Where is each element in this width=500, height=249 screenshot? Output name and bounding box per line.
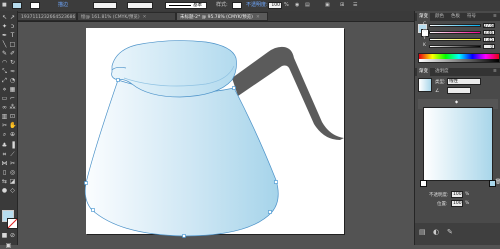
stop-opacity-input[interactable]: 100 xyxy=(451,191,463,198)
panel-menu-icon[interactable]: ≡ xyxy=(491,68,499,76)
stop-location-input[interactable]: 100 xyxy=(451,200,463,207)
anchor-point[interactable] xyxy=(182,234,186,238)
anchor-point[interactable] xyxy=(84,181,88,185)
anchor-point[interactable] xyxy=(268,210,272,214)
channel-m-slider[interactable] xyxy=(429,31,481,34)
channel-c-slider[interactable] xyxy=(429,24,481,27)
channel-m-label: M xyxy=(423,29,427,34)
channel-c-input[interactable]: 27.68 xyxy=(483,23,495,28)
channel-y-label: Y xyxy=(423,36,426,41)
angle-icon: ∠ xyxy=(435,88,440,94)
gradient-stop-left[interactable] xyxy=(420,180,427,187)
stop-opacity-label: 不透明度: xyxy=(429,193,449,198)
tab-gradient-panel[interactable]: 渐变 xyxy=(417,68,430,76)
panel-menu-icon[interactable]: ≡ xyxy=(491,13,499,21)
color-spectrum-bar[interactable] xyxy=(418,53,500,63)
midpoint-diamond-icon[interactable]: ◆ xyxy=(455,99,458,104)
channel-k-slider[interactable] xyxy=(429,45,481,48)
anchor-point[interactable] xyxy=(116,78,120,82)
channel-m-input[interactable]: 3.46 xyxy=(483,30,495,35)
layers-icon[interactable]: ▤ xyxy=(419,228,426,236)
anchor-point[interactable] xyxy=(274,180,278,184)
delete-stop-icon[interactable]: 🗑 xyxy=(495,179,500,185)
gradient-type-dropdown[interactable]: 线性 xyxy=(447,78,481,85)
gradient-preview-swatch[interactable] xyxy=(418,78,432,92)
channel-y-input[interactable]: 7.45 xyxy=(483,37,495,42)
collapsed-panels: ▤ ◐ ✎ xyxy=(415,223,500,245)
channel-k-input[interactable]: 0 xyxy=(483,44,495,49)
tab-swatches[interactable]: 色板 xyxy=(449,13,462,21)
gradient-angle-input[interactable] xyxy=(447,87,471,94)
tab-gradient[interactable]: 渐变 xyxy=(417,13,430,21)
tab-color[interactable]: 颜色 xyxy=(433,13,446,21)
gradient-ramp[interactable] xyxy=(423,107,493,181)
right-panels: 渐变 颜色 色板 符号 ≡ C 27.68 M 3.46 Y 7.45 K 0 … xyxy=(414,11,500,245)
anchor-point[interactable] xyxy=(232,86,236,90)
brushes-icon[interactable]: ✎ xyxy=(447,228,453,236)
stop-opacity-unit: % xyxy=(465,192,470,197)
anchor-point[interactable] xyxy=(91,208,95,212)
color-panel-tabs: 渐变 颜色 色板 符号 ≡ xyxy=(415,13,500,21)
stop-location-label: 位置: xyxy=(437,202,448,207)
appearance-icon[interactable]: ◐ xyxy=(433,228,439,236)
tab-symbols[interactable]: 符号 xyxy=(465,13,478,21)
gradient-type-label: 类型: xyxy=(435,80,446,85)
channel-y-slider[interactable] xyxy=(429,38,481,41)
tab-transparency[interactable]: 透明度 xyxy=(433,68,451,76)
pot-body[interactable] xyxy=(84,79,279,237)
gradient-panel-tabs: 渐变 透明度 ≡ xyxy=(415,68,500,76)
channel-c-label: C xyxy=(423,22,427,27)
stop-location-unit: % xyxy=(465,201,470,206)
channel-k-label: K xyxy=(423,43,426,48)
